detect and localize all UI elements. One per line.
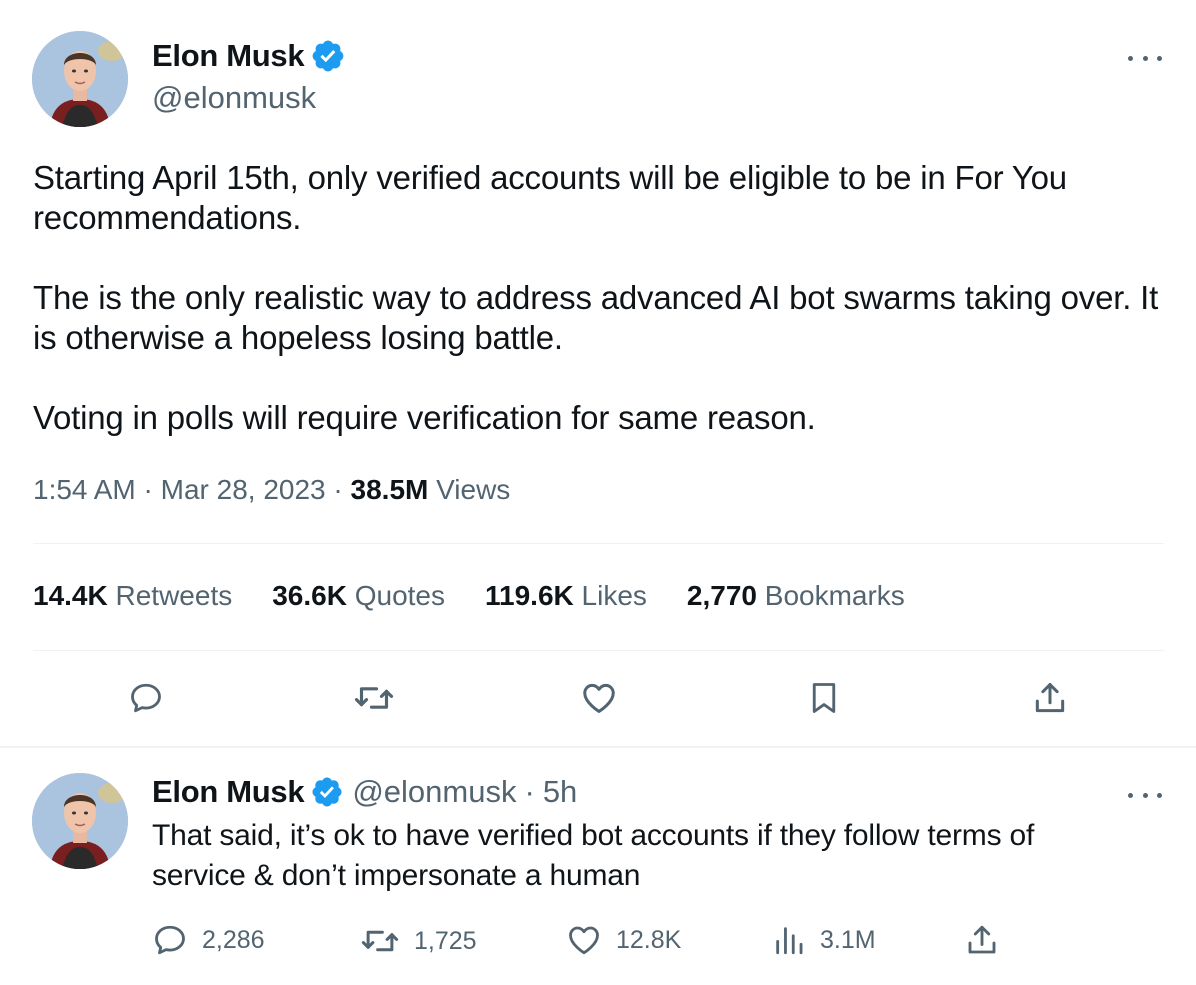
tweet-time[interactable]: 1:54 AM xyxy=(33,474,136,505)
reply-icon xyxy=(155,925,185,955)
stat-value: 14.4K xyxy=(33,580,108,611)
views-label: Views xyxy=(436,474,511,505)
author-handle[interactable]: @elonmusk xyxy=(352,774,516,810)
reply-count: 2,286 xyxy=(202,925,265,954)
more-options-icon[interactable] xyxy=(1128,785,1162,805)
like-count-button[interactable]: 12.8K xyxy=(566,922,681,958)
like-count: 12.8K xyxy=(616,925,682,954)
views-count: 38.5M xyxy=(350,474,429,505)
stat-likes[interactable]: 119.6K Likes xyxy=(485,580,647,612)
author-name[interactable]: Elon Musk xyxy=(152,38,305,74)
reply-text: That said, it’s ok to have verified bot … xyxy=(152,819,1035,892)
views-icon xyxy=(776,927,803,955)
reply-count-button[interactable]: 2,286 xyxy=(152,922,265,958)
like-icon xyxy=(569,926,599,955)
views-count: 3.1M xyxy=(820,925,876,954)
share-button[interactable] xyxy=(964,922,1000,958)
stat-label: Likes xyxy=(581,580,647,611)
retweet-count: 1,725 xyxy=(414,926,477,955)
stat-label: Quotes xyxy=(354,580,445,611)
avatar[interactable] xyxy=(32,773,128,869)
share-icon xyxy=(968,925,996,954)
tweet-date[interactable]: Mar 28, 2023 xyxy=(161,474,326,505)
verified-badge-icon xyxy=(310,38,346,74)
stat-quotes[interactable]: 36.6K Quotes xyxy=(272,580,445,612)
tweet-text: Starting April 15th, only verified accou… xyxy=(33,159,1159,436)
avatar[interactable] xyxy=(32,31,128,127)
dot-separator: · xyxy=(524,774,535,809)
verified-badge-icon xyxy=(310,775,344,809)
retweet-icon xyxy=(361,930,399,952)
reply-author-row: Elon Musk @elonmusk · 5h xyxy=(152,774,577,810)
share-icon[interactable] xyxy=(1028,676,1072,720)
retweet-icon[interactable] xyxy=(352,676,396,720)
stat-value: 119.6K xyxy=(485,580,574,611)
divider xyxy=(33,650,1164,651)
stat-label: Retweets xyxy=(115,580,233,611)
reply-icon[interactable] xyxy=(124,676,168,720)
retweet-count-button[interactable]: 1,725 xyxy=(360,922,477,960)
author-handle[interactable]: @elonmusk xyxy=(152,80,316,116)
tweet-separator xyxy=(0,746,1196,748)
author-name[interactable]: Elon Musk xyxy=(152,774,305,810)
stat-value: 36.6K xyxy=(272,580,347,611)
tweet-meta: 1:54 AM · Mar 28, 2023 · 38.5M Views xyxy=(33,474,511,505)
stat-retweets[interactable]: 14.4K Retweets xyxy=(33,580,232,612)
main-tweet: Elon Musk @elonmusk Starting April 15th,… xyxy=(0,0,1196,746)
like-icon[interactable] xyxy=(577,676,621,720)
author-name-row[interactable]: Elon Musk xyxy=(152,38,346,74)
stat-bookmarks[interactable]: 2,770 Bookmarks xyxy=(687,580,905,612)
reply-age[interactable]: 5h xyxy=(543,774,577,810)
bookmark-icon[interactable] xyxy=(802,676,846,720)
more-options-icon[interactable] xyxy=(1128,48,1162,68)
stat-label: Bookmarks xyxy=(764,580,905,611)
views-count-button[interactable]: 3.1M xyxy=(772,922,876,958)
engagement-stats: 14.4K Retweets 36.6K Quotes 119.6K Likes… xyxy=(33,580,945,612)
stat-value: 2,770 xyxy=(686,580,757,611)
divider xyxy=(33,543,1164,544)
